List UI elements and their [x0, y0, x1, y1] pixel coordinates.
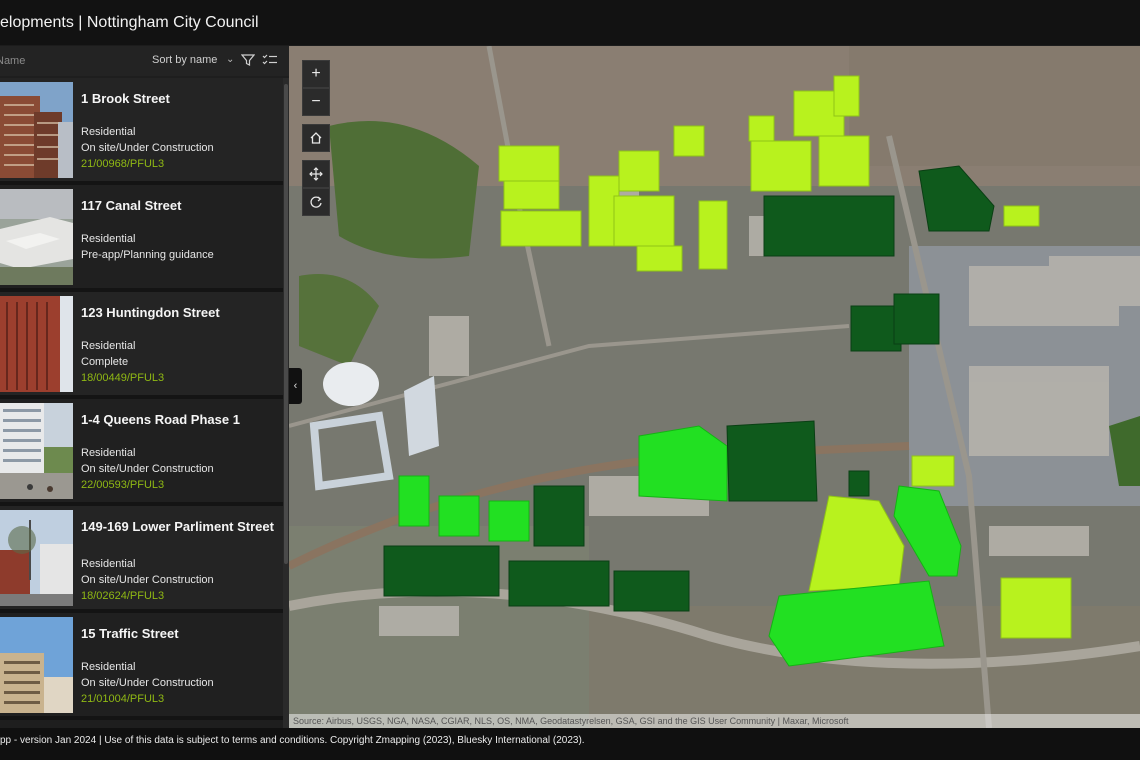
development-title: 123 Huntingdon Street: [81, 305, 220, 320]
development-card[interactable]: 149-169 Lower Parliment Street Residenti…: [0, 506, 283, 613]
chevron-down-icon[interactable]: ⌄: [226, 54, 234, 65]
scrollbar-thumb[interactable]: [284, 84, 288, 564]
development-thumbnail: [0, 296, 73, 392]
development-type: Residential: [81, 661, 136, 673]
filter-icon[interactable]: [241, 53, 255, 67]
development-thumbnail: [0, 617, 73, 713]
map-view[interactable]: + − Source: Airbus, USGS, NGA, NASA, CGI…: [289, 46, 1140, 728]
home-icon[interactable]: [302, 124, 330, 152]
pan-icon[interactable]: [302, 160, 330, 188]
planning-reference: 22/00593/PFUL3: [81, 479, 165, 491]
aerial-map-scene[interactable]: [289, 46, 1140, 728]
map-controls: + −: [302, 60, 330, 216]
development-type: Residential: [81, 126, 136, 138]
development-card[interactable]: 1 Brook Street Residential On site/Under…: [0, 78, 283, 185]
sort-button[interactable]: Sort by name: [152, 54, 217, 66]
development-card[interactable]: 123 Huntingdon Street Residential Comple…: [0, 292, 283, 399]
development-type: Residential: [81, 558, 136, 570]
development-status: On site/Under Construction: [81, 142, 214, 154]
development-status: Complete: [81, 356, 129, 368]
title-bar: elopments | Nottingham City Council: [0, 0, 1140, 46]
planning-reference: 18/00449/PFUL3: [81, 372, 165, 384]
development-type: Residential: [81, 340, 136, 352]
sidebar: Sort by name ⌄ 1 Brook Street: [0, 46, 289, 728]
development-status: Pre-app/Planning guidance: [81, 249, 214, 261]
search-input[interactable]: [0, 51, 146, 71]
development-thumbnail: [0, 403, 73, 499]
development-thumbnail: [0, 189, 73, 285]
development-type: Residential: [81, 447, 136, 459]
planning-reference: 21/01004/PFUL3: [81, 693, 165, 705]
development-title: 1-4 Queens Road Phase 1: [81, 412, 240, 427]
footer: pp - version Jan 2024 | Use of this data…: [0, 728, 1140, 760]
development-thumbnail: [0, 82, 73, 178]
development-card[interactable]: 1-4 Queens Road Phase 1 Residential On s…: [0, 399, 283, 506]
development-status: On site/Under Construction: [81, 677, 214, 689]
search-row: Sort by name ⌄: [0, 46, 289, 76]
development-card[interactable]: 117 Canal Street Residential Pre-app/Pla…: [0, 185, 283, 292]
planning-reference: 21/00968/PFUL3: [81, 158, 165, 170]
collapse-panel-button[interactable]: ‹: [289, 368, 302, 404]
app-title: elopments | Nottingham City Council: [0, 14, 259, 31]
development-status: On site/Under Construction: [81, 463, 214, 475]
zoom-in-icon[interactable]: +: [302, 60, 330, 88]
development-card[interactable]: 15 Traffic Street Residential On site/Un…: [0, 613, 283, 720]
rotate-icon[interactable]: [302, 188, 330, 216]
checklist-icon[interactable]: [262, 53, 278, 67]
development-title: 149-169 Lower Parliment Street: [81, 519, 274, 534]
development-type: Residential: [81, 233, 136, 245]
map-attribution: Source: Airbus, USGS, NGA, NASA, CGIAR, …: [289, 714, 1140, 728]
development-title: 1 Brook Street: [81, 91, 170, 106]
development-list: 1 Brook Street Residential On site/Under…: [0, 78, 283, 720]
development-title: 117 Canal Street: [81, 198, 182, 213]
development-status: On site/Under Construction: [81, 574, 214, 586]
development-thumbnail: [0, 510, 73, 606]
footer-text: pp - version Jan 2024 | Use of this data…: [0, 735, 585, 746]
zoom-out-icon[interactable]: −: [302, 88, 330, 116]
planning-reference: 18/02624/PFUL3: [81, 590, 165, 602]
development-title: 15 Traffic Street: [81, 626, 179, 641]
